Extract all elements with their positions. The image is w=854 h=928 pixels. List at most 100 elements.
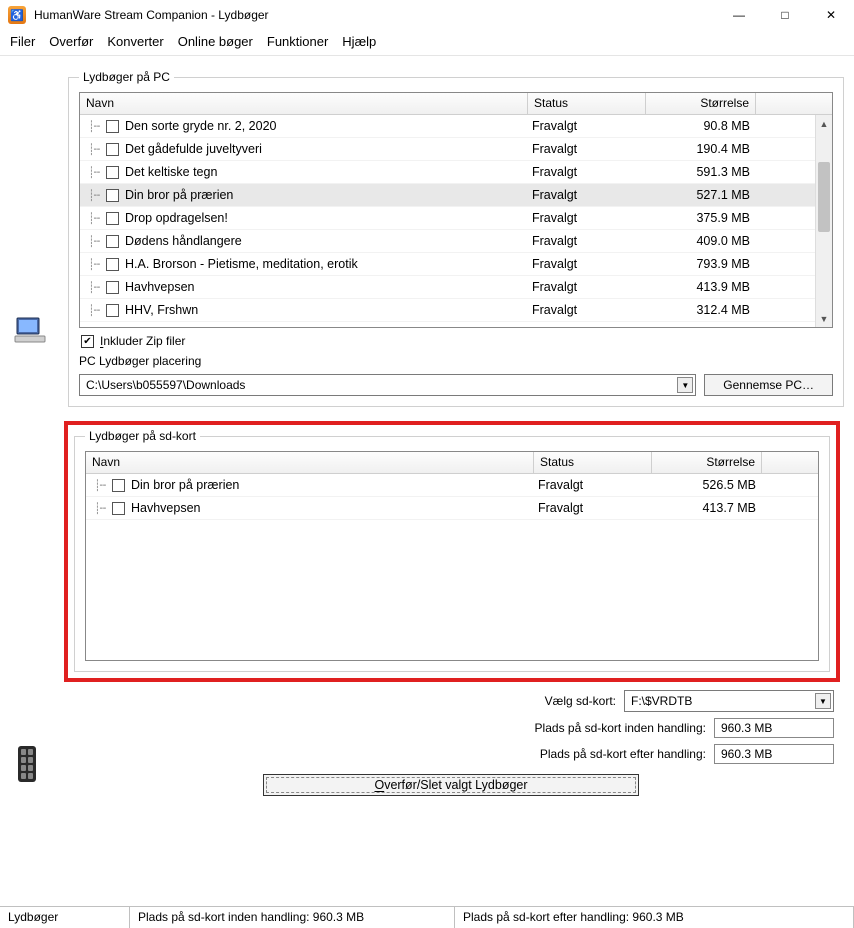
table-row[interactable]: ┊╌HHV, FrshwnFravalgt312.4 MB xyxy=(80,299,815,322)
row-name: Det keltiske tegn xyxy=(125,165,217,179)
col-header-size[interactable]: Størrelse xyxy=(646,93,756,114)
statusbar: Lydbøger Plads på sd-kort inden handling… xyxy=(0,906,854,928)
table-row[interactable]: ┊╌Drop opdragelsen!Fravalgt375.9 MB xyxy=(80,207,815,230)
include-zip-checkbox[interactable]: ✔ xyxy=(81,335,94,348)
pc-group: Lydbøger på PC Navn Status Størrelse ┊╌D… xyxy=(68,70,844,407)
menu-konverter[interactable]: Konverter xyxy=(107,34,163,49)
app-icon: ♿ xyxy=(8,6,26,24)
scroll-down-icon[interactable]: ▼ xyxy=(816,310,832,327)
row-status: Fravalgt xyxy=(534,501,652,515)
table-row[interactable]: ┊╌HavhvepsenFravalgt413.9 MB xyxy=(80,276,815,299)
row-name: Det gådefulde juveltyveri xyxy=(125,142,262,156)
row-status: Fravalgt xyxy=(528,165,646,179)
table-row[interactable]: ┊╌Den sorte gryde nr. 2, 2020Fravalgt90.… xyxy=(80,115,815,138)
chevron-down-icon[interactable]: ▼ xyxy=(815,693,831,709)
tree-line-icon: ┊╌ xyxy=(88,258,106,271)
status-cell-1: Lydbøger xyxy=(0,907,130,928)
row-name: HHV, Frshwn xyxy=(125,303,198,317)
space-before-label: Plads på sd-kort inden handling: xyxy=(535,721,706,735)
menu-hjaelp[interactable]: Hjælp xyxy=(342,34,376,49)
col-header-name[interactable]: Navn xyxy=(86,452,534,473)
chevron-down-icon[interactable]: ▼ xyxy=(677,377,693,393)
table-row[interactable]: ┊╌ Det keltiske tegn Fravalgt591.3 MB xyxy=(80,161,815,184)
row-name: Din bror på prærien xyxy=(131,478,239,492)
table-row[interactable]: ┊╌Dødens håndlangereFravalgt409.0 MB xyxy=(80,230,815,253)
menu-online-boger[interactable]: Online bøger xyxy=(178,34,253,49)
row-checkbox[interactable] xyxy=(106,189,119,202)
row-size: 375.9 MB xyxy=(646,211,756,225)
col-header-status[interactable]: Status xyxy=(528,93,646,114)
transfer-delete-button[interactable]: Overfør/Slet valgt Lydbøger xyxy=(263,774,638,796)
include-zip-label: Inkluder Zip filer xyxy=(100,334,185,348)
browse-pc-button[interactable]: Gennemse PC… xyxy=(704,374,833,396)
sd-listview[interactable]: Navn Status Størrelse ┊╌ Din bror på prær… xyxy=(85,451,819,661)
tree-line-icon: ┊╌ xyxy=(88,166,106,179)
table-row[interactable]: ┊╌ Havhvepsen Fravalgt413.7 MB xyxy=(86,497,818,520)
window-title: HumanWare Stream Companion - Lydbøger xyxy=(34,8,716,22)
row-checkbox[interactable] xyxy=(106,212,119,225)
space-before-value: 960.3 MB xyxy=(714,718,834,738)
close-button[interactable]: ✕ xyxy=(808,0,854,30)
table-row[interactable]: ┊╌Din bror på prærienFravalgt526.5 MB xyxy=(86,474,818,497)
table-row[interactable]: ┊╌H.A. Brorson - Pietisme, meditation, e… xyxy=(80,253,815,276)
col-header-size[interactable]: Størrelse xyxy=(652,452,762,473)
row-checkbox[interactable] xyxy=(106,281,119,294)
table-row[interactable]: ┊╌Det gådefulde juveltyveriFravalgt190.4… xyxy=(80,138,815,161)
row-name: Din bror på prærien xyxy=(125,188,233,202)
col-header-name[interactable]: Navn xyxy=(80,93,528,114)
row-name: Den sorte gryde nr. 2, 2020 xyxy=(125,119,276,133)
row-checkbox[interactable] xyxy=(106,120,119,133)
row-checkbox[interactable] xyxy=(106,258,119,271)
tree-line-icon: ┊╌ xyxy=(94,502,112,515)
row-checkbox[interactable] xyxy=(112,502,125,515)
row-size: 793.9 MB xyxy=(646,257,756,271)
choose-sd-combo[interactable]: F:\$VRDTB ▼ xyxy=(624,690,834,712)
tree-line-icon: ┊╌ xyxy=(88,143,106,156)
row-checkbox[interactable] xyxy=(106,166,119,179)
minimize-button[interactable]: — xyxy=(716,0,762,30)
row-name: Havhvepsen xyxy=(125,280,195,294)
row-size: 413.9 MB xyxy=(646,280,756,294)
menu-overfor[interactable]: Overfør xyxy=(49,34,93,49)
row-status: Fravalgt xyxy=(528,257,646,271)
row-name: Drop opdragelsen! xyxy=(125,211,228,225)
row-status: Fravalgt xyxy=(528,280,646,294)
scroll-thumb[interactable] xyxy=(818,162,830,232)
row-name: Havhvepsen xyxy=(131,501,201,515)
sd-highlight-frame: Lydbøger på sd-kort Navn Status Størrels… xyxy=(64,421,840,682)
pc-icon xyxy=(14,314,46,346)
col-header-gap xyxy=(762,452,818,473)
pc-location-combo[interactable]: C:\Users\b055597\Downloads ▼ xyxy=(79,374,696,396)
row-status: Fravalgt xyxy=(528,119,646,133)
row-checkbox[interactable] xyxy=(112,479,125,492)
row-status: Fravalgt xyxy=(528,234,646,248)
row-checkbox[interactable] xyxy=(106,304,119,317)
pc-listview[interactable]: Navn Status Størrelse ┊╌ Den sorte gryde … xyxy=(79,92,833,328)
menu-funktioner[interactable]: Funktioner xyxy=(267,34,328,49)
row-size: 591.3 MB xyxy=(646,165,756,179)
col-header-gap xyxy=(756,93,832,114)
tree-line-icon: ┊╌ xyxy=(94,479,112,492)
choose-sd-label: Vælg sd-kort: xyxy=(545,694,616,708)
row-status: Fravalgt xyxy=(528,142,646,156)
maximize-button[interactable]: □ xyxy=(762,0,808,30)
pc-group-legend: Lydbøger på PC xyxy=(79,70,174,84)
row-checkbox[interactable] xyxy=(106,143,119,156)
device-icon xyxy=(14,746,46,778)
menu-filer[interactable]: Filer xyxy=(10,34,35,49)
tree-line-icon: ┊╌ xyxy=(88,304,106,317)
pc-scrollbar[interactable]: ▲ ▼ xyxy=(815,115,832,327)
sd-list-header[interactable]: Navn Status Størrelse xyxy=(86,452,818,474)
row-checkbox[interactable] xyxy=(106,235,119,248)
menubar: Filer Overfør Konverter Online bøger Fun… xyxy=(0,30,854,56)
row-size: 527.1 MB xyxy=(646,188,756,202)
row-status: Fravalgt xyxy=(528,211,646,225)
include-zip-row: ✔ Inkluder Zip filer xyxy=(81,334,831,348)
titlebar: ♿ HumanWare Stream Companion - Lydbøger … xyxy=(0,0,854,30)
tree-line-icon: ┊╌ xyxy=(88,235,106,248)
scroll-up-icon[interactable]: ▲ xyxy=(816,115,832,132)
table-row[interactable]: ┊╌Din bror på prærienFravalgt527.1 MB xyxy=(80,184,815,207)
pc-list-header[interactable]: Navn Status Størrelse xyxy=(80,93,832,115)
row-size: 413.7 MB xyxy=(652,501,762,515)
col-header-status[interactable]: Status xyxy=(534,452,652,473)
